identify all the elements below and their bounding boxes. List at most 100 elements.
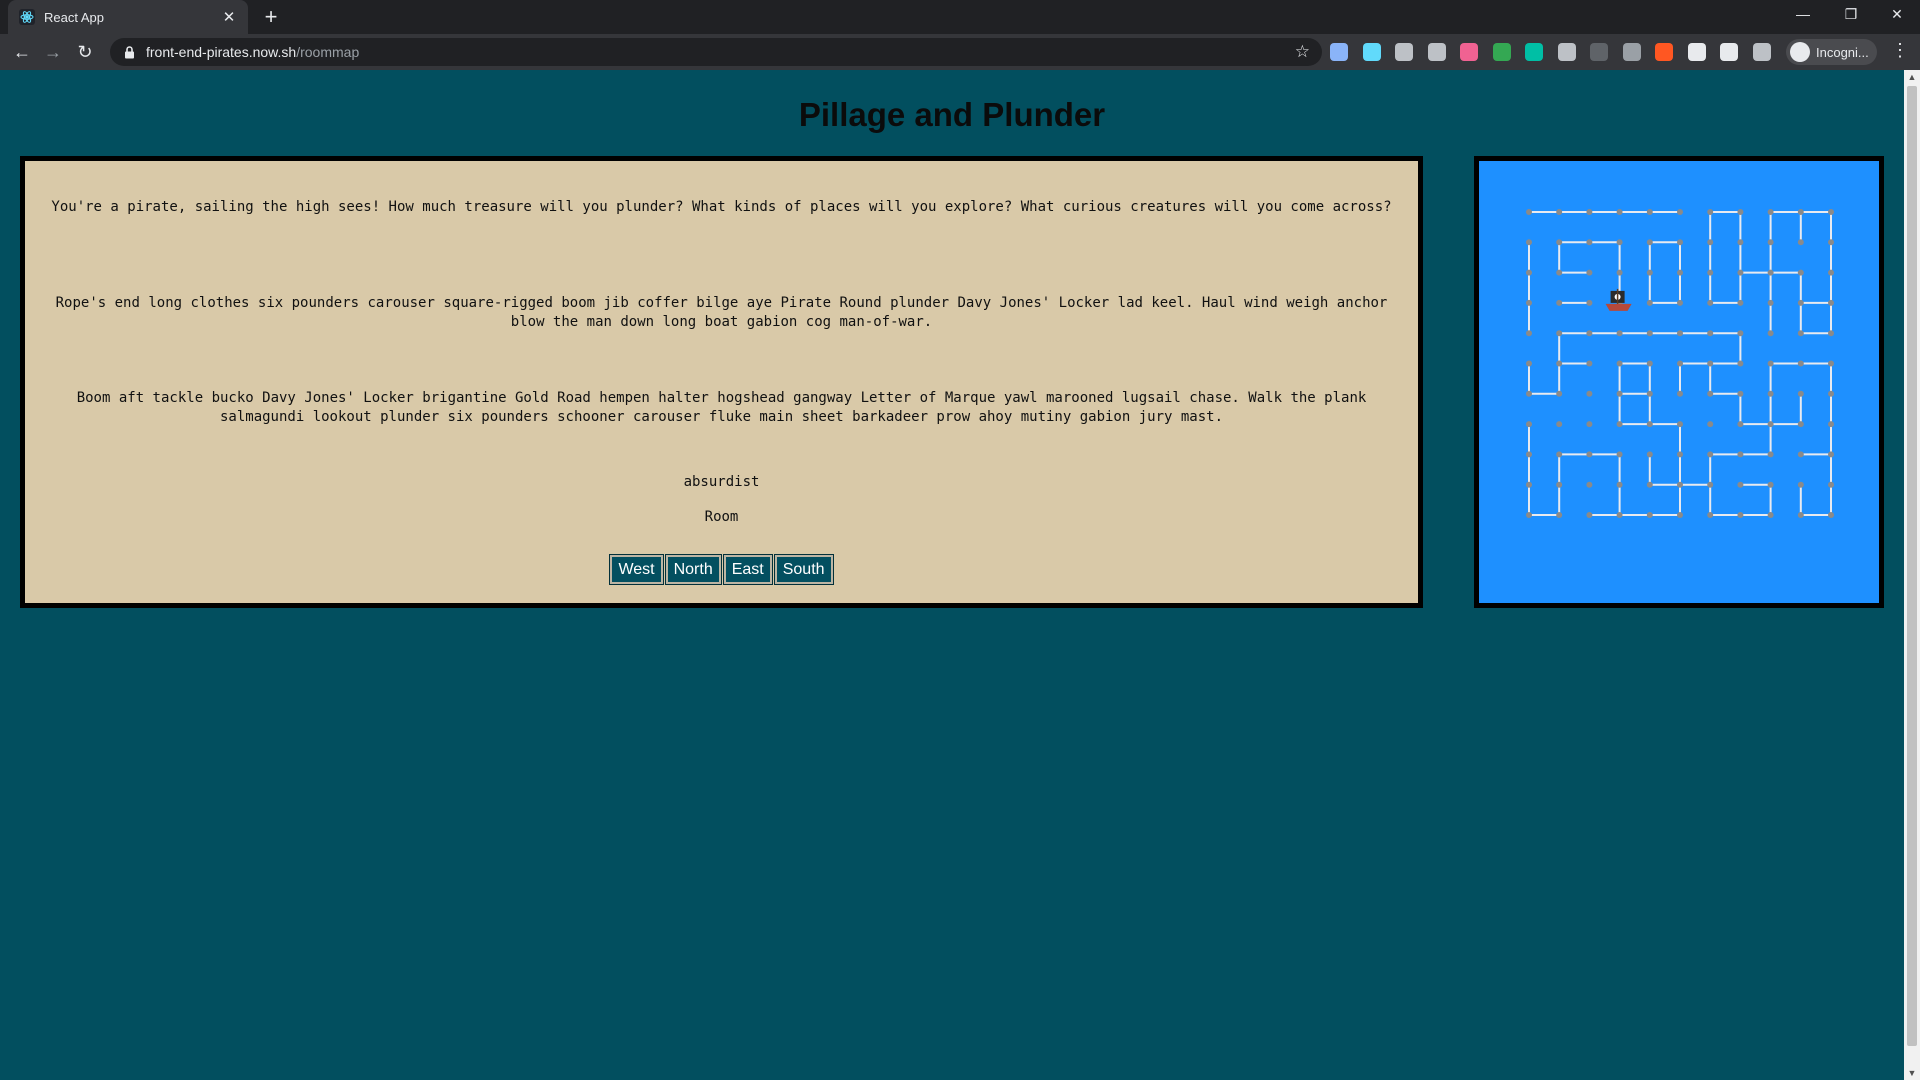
map-room-node[interactable] [1526,239,1532,246]
reload-icon[interactable]: ↻ [73,40,97,64]
map-room-node[interactable] [1828,360,1834,367]
north-button[interactable]: North [664,554,722,585]
map-room-node[interactable] [1828,269,1834,276]
map-room-node[interactable] [1556,390,1563,397]
map-room-node[interactable] [1797,512,1804,518]
map-room-node[interactable] [1797,330,1804,337]
map-room-node[interactable] [1526,360,1532,367]
extension-icon[interactable] [1395,43,1413,61]
extension-icon[interactable] [1622,43,1641,61]
map-room-node[interactable] [1828,239,1834,246]
map-room-node[interactable] [1737,481,1744,488]
map-room-node[interactable] [1677,360,1683,367]
map-room-node[interactable] [1767,360,1774,367]
map-room-node[interactable] [1797,299,1804,306]
back-arrow-icon[interactable]: ← [10,40,34,64]
map-room-node[interactable] [1767,512,1774,518]
map-room-node[interactable] [1616,209,1623,215]
map-room-node[interactable] [1586,421,1593,428]
tab-close-icon[interactable]: ✕ [220,8,238,26]
map-room-node[interactable] [1586,269,1593,276]
map-room-node[interactable] [1677,330,1683,337]
map-room-node[interactable] [1616,451,1623,458]
east-button[interactable]: East [722,554,773,585]
map-room-node[interactable] [1677,481,1683,488]
map-room-node[interactable] [1556,209,1563,215]
map-room-node[interactable] [1767,421,1774,428]
page-scrollbar[interactable]: ▲ ▼ [1904,70,1920,1080]
new-tab-button[interactable]: + [258,4,284,30]
extension-icon[interactable] [1330,43,1348,61]
map-room-node[interactable] [1707,239,1714,246]
extension-icon[interactable] [1460,43,1478,61]
map-room-node[interactable] [1586,330,1593,337]
map-room-node[interactable] [1797,269,1804,276]
map-room-node[interactable] [1616,481,1623,488]
map-room-node[interactable] [1677,239,1683,246]
map-room-node[interactable] [1737,239,1744,246]
map-room-node[interactable] [1526,451,1532,458]
map-room-node[interactable] [1526,330,1532,337]
map-room-node[interactable] [1616,239,1623,246]
map-room-node[interactable] [1737,330,1744,337]
map-room-node[interactable] [1767,451,1774,458]
map-room-node[interactable] [1767,390,1774,397]
map-room-node[interactable] [1677,269,1683,276]
map-room-node[interactable] [1646,209,1653,215]
map-room-node[interactable] [1616,512,1623,518]
map-room-node[interactable] [1556,239,1563,246]
map-room-node[interactable] [1767,239,1774,246]
map-room-node[interactable] [1556,299,1563,306]
map-room-node[interactable] [1677,390,1683,397]
map-room-node[interactable] [1526,209,1532,215]
map-room-node[interactable] [1767,299,1774,306]
map-room-node[interactable] [1767,330,1774,337]
map-room-node[interactable] [1797,421,1804,428]
map-room-node[interactable] [1646,239,1653,246]
map-room-node[interactable] [1828,481,1834,488]
map-room-node[interactable] [1737,512,1744,518]
map-room-node[interactable] [1646,451,1653,458]
map-room-node[interactable] [1828,330,1834,337]
map-room-node[interactable] [1767,269,1774,276]
map-room-node[interactable] [1556,360,1563,367]
extension-icon[interactable] [1590,43,1608,61]
browser-menu-icon[interactable]: ⋮ [1890,40,1910,61]
map-room-node[interactable] [1586,451,1593,458]
map-room-node[interactable] [1767,481,1774,488]
map-room-node[interactable] [1677,209,1683,215]
map-room-node[interactable] [1797,360,1804,367]
map-room-node[interactable] [1677,299,1683,306]
scroll-down-icon[interactable]: ▼ [1904,1066,1920,1080]
map-room-node[interactable] [1586,299,1593,306]
extension-icon[interactable] [1720,43,1738,61]
map-room-node[interactable] [1767,209,1774,215]
extension-icon[interactable] [1752,43,1771,61]
map-room-node[interactable] [1677,421,1683,428]
map-room-node[interactable] [1828,209,1834,215]
map-room-node[interactable] [1586,239,1593,246]
map-room-node[interactable] [1586,512,1593,518]
map-room-node[interactable] [1707,269,1714,276]
map-room-node[interactable] [1646,360,1653,367]
map-room-node[interactable] [1797,239,1804,246]
map-room-node[interactable] [1677,512,1683,518]
map-room-node[interactable] [1646,330,1653,337]
map-room-node[interactable] [1646,481,1653,488]
map-room-node[interactable] [1737,299,1744,306]
south-button[interactable]: South [773,554,834,585]
map-room-node[interactable] [1526,390,1532,397]
extension-icon[interactable] [1492,43,1511,61]
map-room-node[interactable] [1556,481,1563,488]
map-room-node[interactable] [1646,390,1653,397]
map-room-node[interactable] [1616,360,1623,367]
extension-icon[interactable] [1427,43,1446,61]
map-room-node[interactable] [1828,299,1834,306]
scrollbar-thumb[interactable] [1907,86,1917,1046]
map-room-node[interactable] [1556,269,1563,276]
map-room-node[interactable] [1707,299,1714,306]
map-room-node[interactable] [1707,421,1714,428]
close-window-button[interactable]: ✕ [1874,0,1920,28]
map-room-node[interactable] [1737,209,1744,215]
map-room-node[interactable] [1737,421,1744,428]
